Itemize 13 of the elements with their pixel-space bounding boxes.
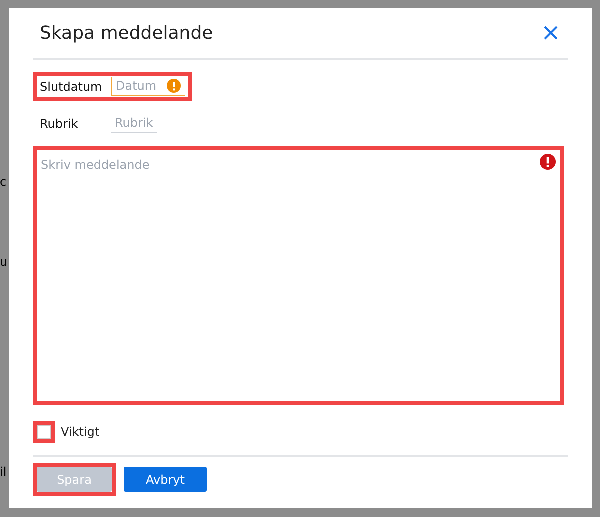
message-field[interactable]: Skriv meddelande [33,146,564,405]
field-label: Slutdatum [40,80,104,94]
background-text: u [0,256,8,270]
field-label: Rubrik [40,116,80,130]
close-icon[interactable] [544,26,558,40]
checkbox[interactable] [37,425,51,439]
dialog-title: Skapa meddelande [40,22,214,44]
checkbox-label: Viktigt [61,425,100,439]
cancel-button[interactable]: Avbryt [124,467,207,492]
input-field[interactable]: Rubrik [111,114,158,133]
background-text: c [0,176,7,190]
input-field[interactable]: Datum [111,77,185,96]
background-text: il [0,466,7,480]
